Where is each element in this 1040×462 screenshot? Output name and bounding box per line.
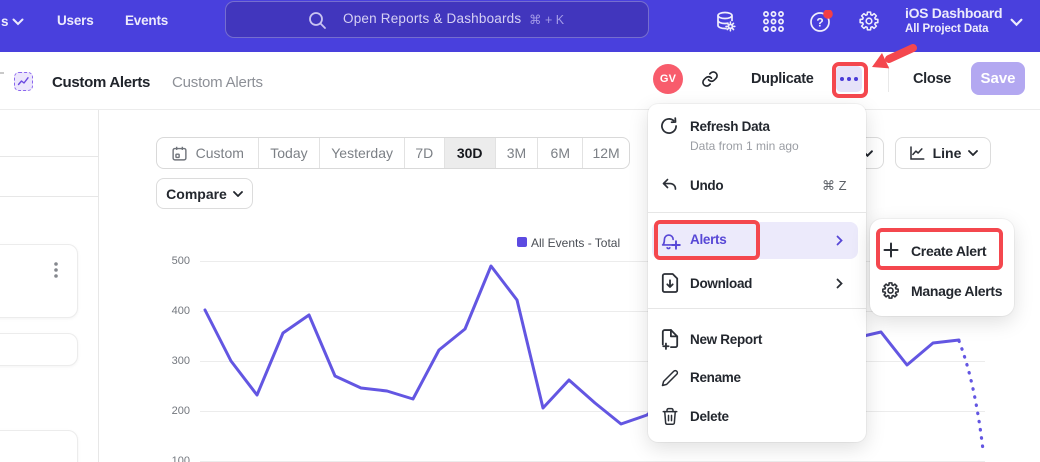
svg-text:?: ?: [816, 16, 823, 30]
